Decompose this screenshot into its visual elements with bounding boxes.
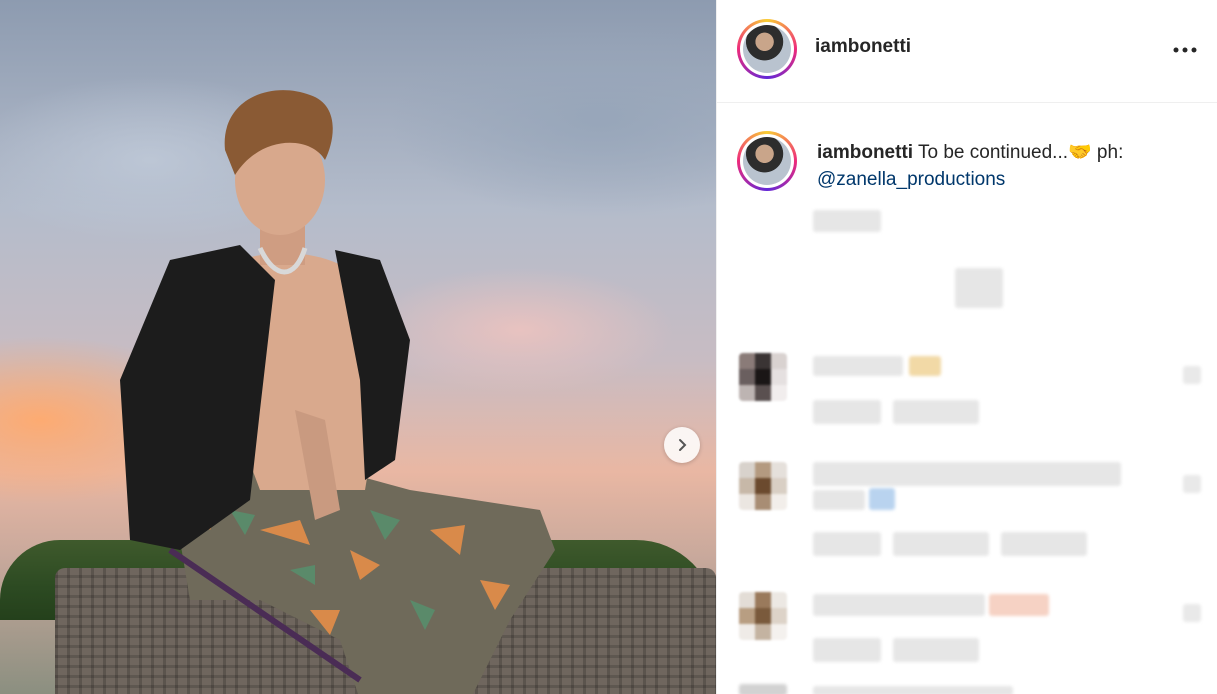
comment-avatar[interactable] — [739, 592, 787, 640]
comment-text-blurred — [813, 594, 985, 616]
comment-avatar[interactable] — [739, 353, 787, 401]
post-side-panel: iambonetti iambonetti To be continued...… — [716, 0, 1217, 694]
post-media[interactable] — [0, 0, 716, 694]
comment-emoji-blurred — [909, 356, 941, 376]
caption-author-avatar[interactable] — [737, 131, 797, 191]
comment-like-icon[interactable] — [1183, 604, 1201, 622]
author-avatar[interactable] — [737, 19, 797, 79]
caption-mention[interactable]: @zanella_productions — [817, 169, 1005, 190]
comment-meta-blurred — [813, 638, 881, 662]
comment-emoji-blurred — [869, 488, 895, 510]
caption-username[interactable]: iambonetti — [817, 142, 913, 163]
post-caption: iambonetti To be continued...🤝 ph: @zane… — [817, 139, 1197, 193]
comment-meta-blurred — [813, 532, 881, 556]
load-more-blurred[interactable] — [955, 268, 1003, 308]
comment-meta-blurred — [813, 400, 881, 424]
comment-avatar[interactable] — [739, 462, 787, 510]
next-image-button[interactable] — [664, 427, 700, 463]
comment-avatar[interactable] — [739, 684, 787, 694]
comment-reply-blurred[interactable] — [893, 638, 979, 662]
more-options-button[interactable] — [1171, 36, 1199, 64]
comment-text-blurred — [813, 356, 903, 376]
comment-like-icon[interactable] — [1183, 475, 1201, 493]
caption-timestamp-blurred — [813, 210, 881, 232]
comment-reply-blurred[interactable] — [893, 400, 979, 424]
comment-reply-blurred[interactable] — [1001, 532, 1087, 556]
author-username[interactable]: iambonetti — [815, 36, 911, 58]
caption-text: To be continued...🤝 ph: — [918, 142, 1124, 163]
comment-meta-blurred — [893, 532, 989, 556]
post-header: iambonetti — [717, 0, 1217, 103]
comment-text-blurred — [813, 686, 1013, 694]
comment-like-icon[interactable] — [1183, 366, 1201, 384]
comment-text-blurred — [813, 490, 865, 510]
more-horizontal-icon — [1173, 47, 1197, 53]
chevron-right-icon — [679, 439, 687, 451]
person-photo — [120, 90, 555, 694]
comment-emoji-blurred — [989, 594, 1049, 616]
comment-text-blurred — [813, 462, 1121, 486]
